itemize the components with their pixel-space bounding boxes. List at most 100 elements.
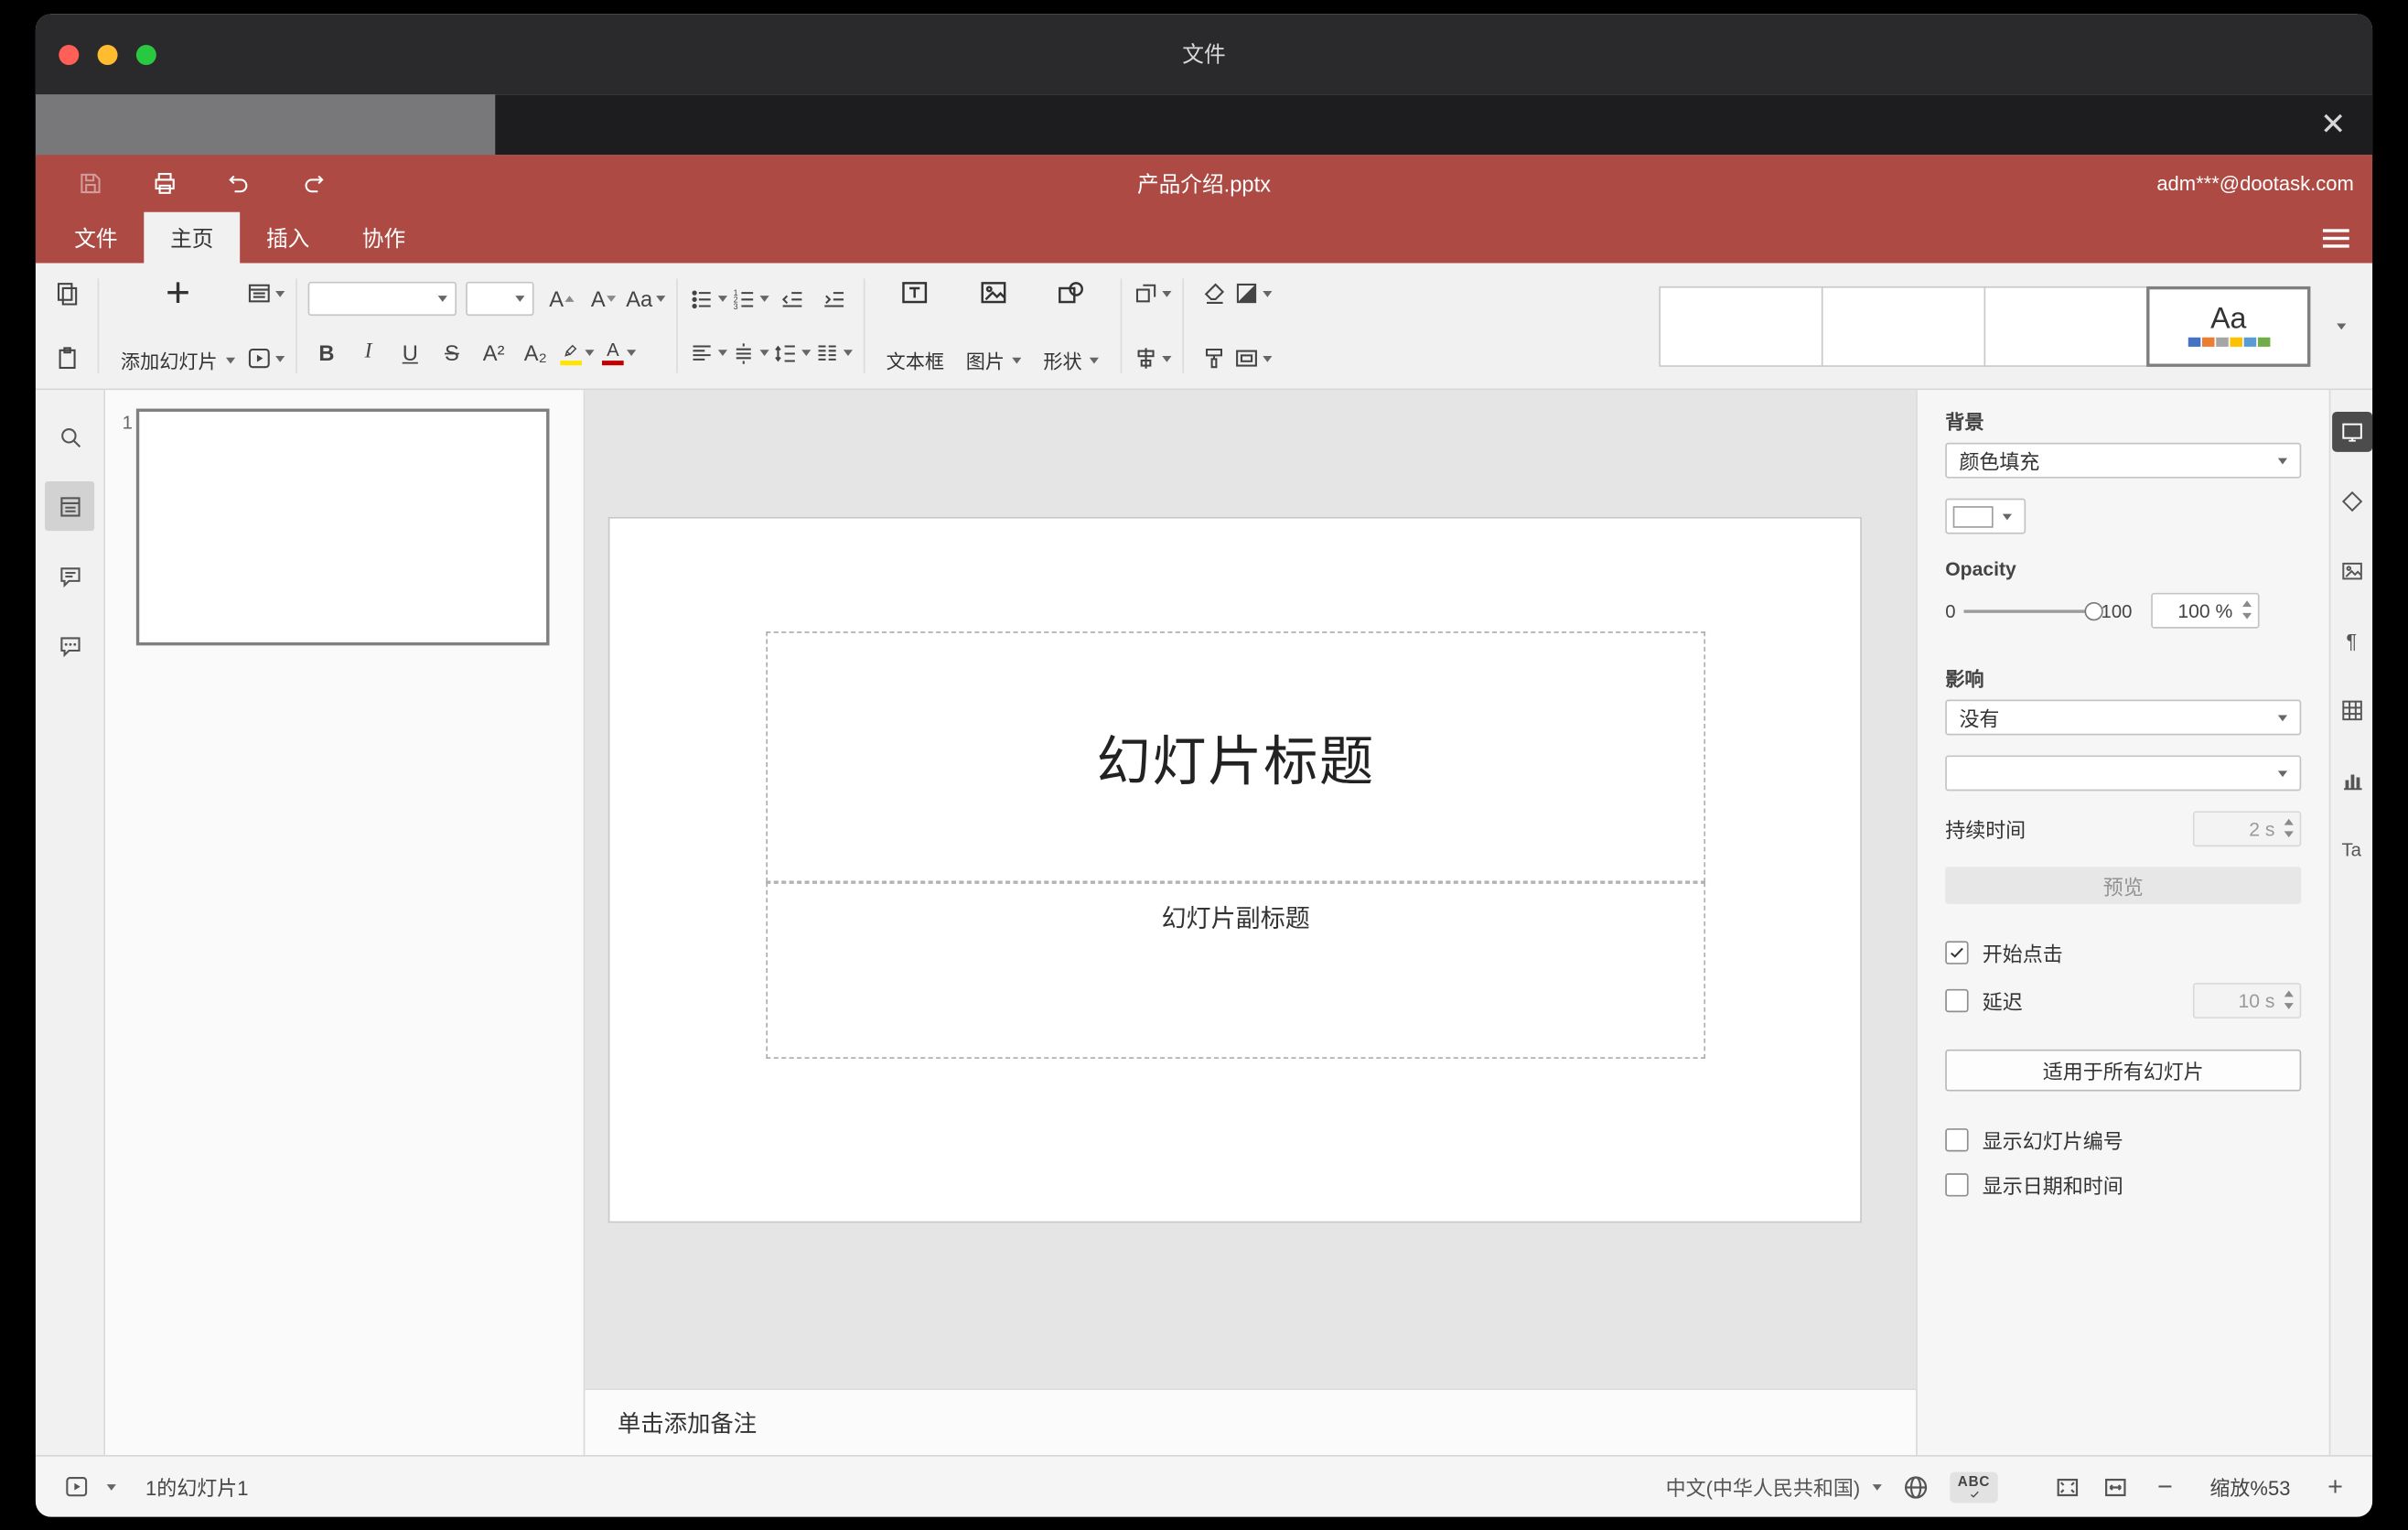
search-sidebar-button[interactable] <box>45 412 94 461</box>
opacity-input[interactable]: 100 % <box>2150 592 2260 629</box>
insert-textbox-button[interactable]: 文本框 <box>876 269 955 382</box>
clear-style-button[interactable] <box>1195 274 1233 312</box>
font-color-button[interactable]: A <box>599 334 638 372</box>
table-settings-button[interactable] <box>2331 690 2371 730</box>
zoom-out-button[interactable]: − <box>2149 1473 2180 1500</box>
set-language-globe-icon[interactable] <box>1902 1472 1930 1500</box>
increase-indent-button[interactable] <box>813 279 852 318</box>
copy-button[interactable] <box>48 274 86 312</box>
opacity-slider-knob[interactable] <box>2083 601 2103 620</box>
chat-sidebar-button[interactable] <box>45 620 94 670</box>
numbering-button[interactable] <box>730 279 769 318</box>
zoom-in-button[interactable]: + <box>2320 1473 2351 1500</box>
opacity-down-icon[interactable] <box>2241 612 2252 620</box>
insert-image-button[interactable]: 图片 <box>955 269 1033 382</box>
notes-area[interactable]: 单击添加备注 <box>585 1388 1917 1456</box>
tab-collaboration[interactable]: 协作 <box>336 212 432 264</box>
chart-settings-button[interactable] <box>2331 760 2371 801</box>
slides-sidebar-button[interactable] <box>45 481 95 532</box>
paste-button[interactable] <box>48 339 86 377</box>
fit-width-icon[interactable] <box>2102 1472 2129 1500</box>
font-name-combo[interactable] <box>306 281 457 317</box>
image-settings-button[interactable] <box>2331 551 2371 591</box>
slideshow-chevron-icon[interactable] <box>106 1483 116 1491</box>
tab-home[interactable]: 主页 <box>144 211 241 264</box>
paragraph-settings-button[interactable]: ¶ <box>2331 620 2371 661</box>
theme-tile-1[interactable] <box>1659 286 1823 367</box>
background-label: 背景 <box>1945 411 1984 434</box>
language-selector[interactable]: 中文(中华人民共和国) <box>1666 1472 1882 1502</box>
highlight-color-button[interactable] <box>558 334 597 372</box>
bold-button[interactable]: B <box>307 334 346 372</box>
font-size-combo[interactable] <box>465 281 533 317</box>
close-traffic-light[interactable] <box>59 44 80 65</box>
undo-button[interactable] <box>221 167 255 200</box>
underline-button[interactable]: U <box>391 334 429 372</box>
insert-shape-button[interactable]: 形状 <box>1033 269 1111 382</box>
duration-input[interactable]: 2 s <box>2192 811 2302 847</box>
start-slideshow-status-button[interactable] <box>58 1468 96 1506</box>
slide-layout-button[interactable] <box>245 274 285 312</box>
slide-settings-button[interactable] <box>2331 411 2372 452</box>
start-on-click-checkbox[interactable] <box>1945 941 1969 964</box>
columns-button[interactable] <box>813 334 853 372</box>
effect-type-select[interactable] <box>1945 755 2302 792</box>
ghost-panel <box>35 94 496 156</box>
add-slide-button[interactable]: 添加幻灯片 <box>110 269 245 382</box>
arrange-shape-button[interactable] <box>1133 274 1172 312</box>
opacity-up-icon[interactable] <box>2241 600 2252 608</box>
fit-slide-icon[interactable] <box>2054 1472 2081 1500</box>
show-date-time-checkbox[interactable] <box>1945 1173 1969 1197</box>
apply-all-slides-button[interactable]: 适用于所有幻灯片 <box>1945 1049 2302 1092</box>
superscript-button[interactable]: A² <box>474 334 512 372</box>
decrease-indent-button[interactable] <box>771 279 810 318</box>
slide-size-button[interactable] <box>1233 339 1273 377</box>
duration-row: 持续时间 2 s <box>1945 811 2302 847</box>
minimize-traffic-light[interactable] <box>97 44 118 65</box>
comments-sidebar-button[interactable] <box>45 551 94 600</box>
align-shape-button[interactable] <box>1133 339 1172 377</box>
spellcheck-button[interactable]: ABC <box>1950 1471 1998 1503</box>
delay-input[interactable]: 10 s <box>2192 983 2302 1019</box>
horizontal-align-button[interactable] <box>688 334 727 372</box>
textart-settings-button[interactable]: Ta <box>2331 830 2371 870</box>
save-button[interactable] <box>73 167 107 200</box>
italic-button[interactable]: I <box>349 334 387 372</box>
shape-settings-button[interactable] <box>2331 481 2371 522</box>
line-spacing-button[interactable] <box>771 334 811 372</box>
slide-thumbnail[interactable] <box>135 408 550 646</box>
strikethrough-button[interactable]: S <box>433 334 471 372</box>
theme-gallery-more-button[interactable] <box>2320 286 2360 366</box>
subtitle-placeholder[interactable]: 幻灯片副标题 <box>766 882 1706 1059</box>
decrease-font-button[interactable]: A <box>585 279 623 318</box>
background-color-picker[interactable] <box>1945 498 2026 534</box>
vertical-align-button[interactable] <box>730 334 769 372</box>
increase-font-button[interactable]: A <box>543 279 581 318</box>
slide[interactable]: 幻灯片标题 幻灯片副标题 <box>609 518 1861 1222</box>
print-button[interactable] <box>147 167 181 200</box>
effect-select[interactable]: 没有 <box>1945 699 2302 736</box>
change-case-button[interactable]: Aa <box>626 279 665 318</box>
title-placeholder[interactable]: 幻灯片标题 <box>766 631 1706 883</box>
start-slideshow-button[interactable] <box>245 339 285 377</box>
opacity-slider[interactable] <box>1962 601 2103 620</box>
slide-canvas[interactable]: 幻灯片标题 幻灯片副标题 <box>585 390 1917 1389</box>
tab-insert[interactable]: 插入 <box>240 212 336 264</box>
delay-checkbox[interactable] <box>1945 988 1969 1013</box>
theme-tile-selected[interactable]: Aa <box>2146 286 2311 367</box>
account-email[interactable]: adm***@dootask.com <box>2156 172 2353 195</box>
redo-button[interactable] <box>296 167 329 200</box>
fullscreen-traffic-light[interactable] <box>135 44 156 65</box>
theme-tile-2[interactable] <box>1821 286 1986 367</box>
tab-file[interactable]: 文件 <box>48 212 144 264</box>
subscript-button[interactable]: A₂ <box>516 334 554 372</box>
close-button[interactable]: ✕ <box>2320 109 2346 140</box>
show-slide-number-checkbox[interactable] <box>1945 1128 1969 1152</box>
preview-button[interactable]: 预览 <box>1945 867 2302 904</box>
shape-fill-button[interactable] <box>1233 274 1273 312</box>
bullets-button[interactable] <box>688 279 727 318</box>
background-fill-select[interactable]: 颜色填充 <box>1945 442 2302 479</box>
theme-tile-3[interactable] <box>1983 286 2148 367</box>
copy-style-button[interactable] <box>1195 339 1233 377</box>
menu-hamburger-icon[interactable] <box>2322 228 2349 247</box>
